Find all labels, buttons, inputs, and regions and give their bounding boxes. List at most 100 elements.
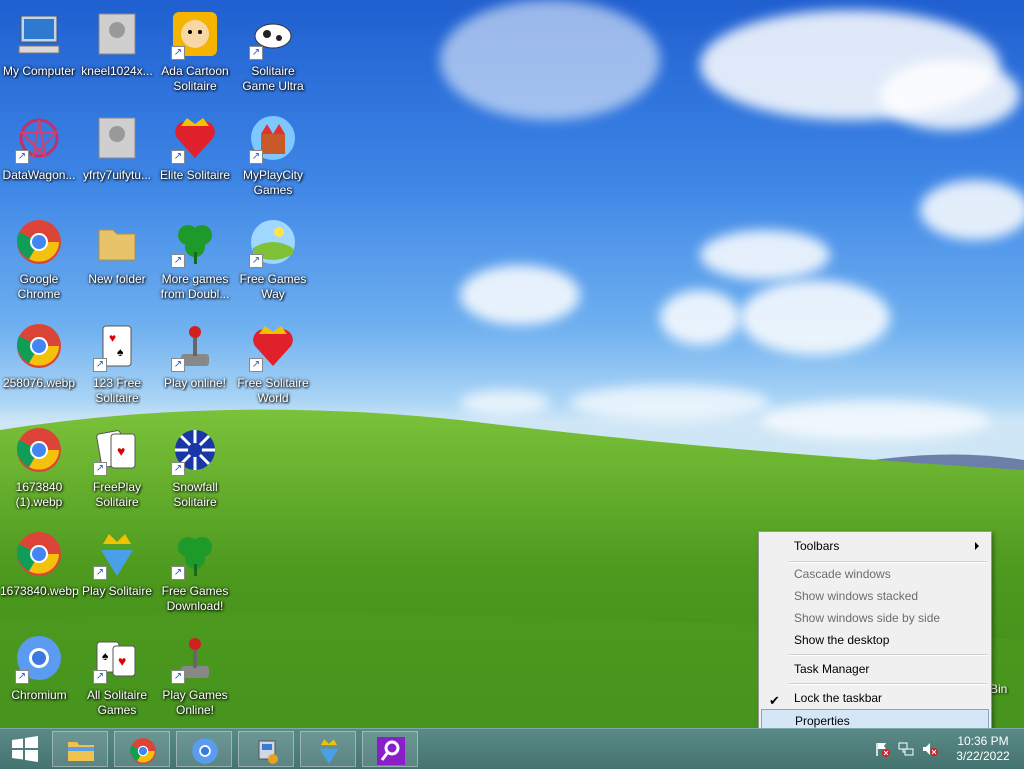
shortcut-arrow-icon: ↗ xyxy=(171,566,185,580)
desktop-icon-play-games-online[interactable]: ↗ Play Games Online! xyxy=(156,632,234,728)
desktop-icon-solitaire-game-ultra[interactable]: ↗ Solitaire Game Ultra xyxy=(234,8,312,112)
shortcut-arrow-icon: ↗ xyxy=(171,46,185,60)
menu-item-label: Show the desktop xyxy=(794,633,890,647)
menu-item-task-manager[interactable]: Task Manager xyxy=(761,658,989,680)
icon-label: DataWagon... xyxy=(2,168,76,182)
desktop-icon-snowfall-solitaire[interactable]: ↗ Snowfall Solitaire xyxy=(156,424,234,528)
desktop-icon-google-chrome[interactable]: Google Chrome xyxy=(0,216,78,320)
clock-date: 3/22/2022 xyxy=(956,749,1010,763)
svg-text:♥: ♥ xyxy=(109,331,116,345)
clock-time: 10:36 PM xyxy=(957,734,1009,748)
desktop-icon-all-solitaire-games[interactable]: ♥ ♠ ↗ All Solitaire Games xyxy=(78,632,156,728)
menu-item-toolbars[interactable]: Toolbars xyxy=(761,535,989,557)
desktop-icon-free-games-download[interactable]: ↗ Free Games Download! xyxy=(156,528,234,632)
desktop-icon-123-free-solitaire[interactable]: ♥ ♠ ↗ 123 Free Solitaire xyxy=(78,320,156,424)
taskbar-context-menu: Toolbars Cascade windows Show windows st… xyxy=(758,531,992,735)
desktop-icon-my-computer[interactable]: My Computer xyxy=(0,8,78,112)
menu-item-show-windows-stacked[interactable]: Show windows stacked xyxy=(761,585,989,607)
solitaire-icon xyxy=(319,739,339,764)
file-explorer-icon xyxy=(68,742,94,761)
desktop-icon-play-online[interactable]: ↗ Play online! xyxy=(156,320,234,424)
shortcut-arrow-icon: ↗ xyxy=(249,254,263,268)
setup-icon xyxy=(258,740,278,764)
chromium-icon xyxy=(192,738,218,764)
menu-item-label: Cascade windows xyxy=(794,567,891,581)
search-app-icon xyxy=(377,737,405,765)
icon-label: FreePlay Solitaire xyxy=(92,480,142,509)
icon-label: Play Solitaire xyxy=(81,584,153,598)
desktop-icon-webp-file[interactable]: 258076.webp xyxy=(0,320,78,424)
icon-label: Play online! xyxy=(163,376,227,390)
taskbar[interactable]: 10:36 PM 3/22/2022 xyxy=(0,728,1024,769)
svg-text:♥: ♥ xyxy=(117,443,125,459)
shortcut-arrow-icon: ↗ xyxy=(93,566,107,580)
start-button[interactable] xyxy=(6,735,42,763)
menu-item-show-windows-side-by-side[interactable]: Show windows side by side xyxy=(761,607,989,629)
taskbar-setup[interactable] xyxy=(238,731,294,767)
icon-label: 1673840 (1).webp xyxy=(15,480,63,509)
desktop-icon-chromium[interactable]: ↗ Chromium xyxy=(0,632,78,728)
desktop-icon-more-games[interactable]: ↗ More games from Doubl... xyxy=(156,216,234,320)
desktop-icon-play-solitaire[interactable]: ↗ Play Solitaire xyxy=(78,528,156,632)
taskbar-solitaire[interactable] xyxy=(300,731,356,767)
taskbar-chromium[interactable] xyxy=(176,731,232,767)
icon-label: yfrty7uifytu... xyxy=(82,168,152,182)
desktop-icon-webp-file[interactable]: 1673840 (1).webp xyxy=(0,424,78,528)
desktop-icon-webp-file[interactable]: 1673840.webp xyxy=(0,528,78,632)
menu-item-label: Lock the taskbar xyxy=(794,691,883,705)
desktop-icon-free-games-way[interactable]: ↗ Free Games Way xyxy=(234,216,312,320)
taskbar-file-explorer[interactable] xyxy=(52,731,108,767)
menu-item-label: Toolbars xyxy=(794,539,840,553)
desktop-icon-ada-cartoon-solitaire[interactable]: ↗ Ada Cartoon Solitaire xyxy=(156,8,234,112)
menu-separator xyxy=(789,683,987,685)
menu-item-lock-the-taskbar[interactable]: ✔ Lock the taskbar xyxy=(761,687,989,709)
shortcut-arrow-icon: ↗ xyxy=(171,254,185,268)
shortcut-arrow-icon: ↗ xyxy=(249,150,263,164)
icon-label: Solitaire Game Ultra xyxy=(242,64,304,93)
desktop-icon-image-file[interactable]: yfrty7uifytu... xyxy=(78,112,156,216)
desktop-icon-image-file[interactable]: kneel1024x... xyxy=(78,8,156,112)
shortcut-arrow-icon: ↗ xyxy=(249,358,263,372)
chrome-icon xyxy=(17,220,61,264)
taskbar-chrome[interactable] xyxy=(114,731,170,767)
taskbar-search-app[interactable] xyxy=(362,731,418,767)
shortcut-arrow-icon: ↗ xyxy=(15,150,29,164)
folder-icon xyxy=(98,229,136,261)
desktop-icon-datawagon[interactable]: ↗ DataWagon... xyxy=(0,112,78,216)
menu-separator xyxy=(789,654,987,656)
icon-label: Play Games Online! xyxy=(162,688,228,717)
chrome-icon xyxy=(130,738,156,764)
icon-label: Elite Solitaire xyxy=(159,168,231,182)
network-icon[interactable] xyxy=(898,741,914,757)
shortcut-arrow-icon: ↗ xyxy=(93,670,107,684)
icon-label: Free Games Way xyxy=(239,272,307,301)
menu-item-show-the-desktop[interactable]: Show the desktop xyxy=(761,629,989,651)
icon-label: Free Solitaire World xyxy=(237,376,309,405)
icon-label: Google Chrome xyxy=(17,272,61,301)
svg-text:♥: ♥ xyxy=(118,653,126,669)
desktop-icon-new-folder[interactable]: New folder xyxy=(78,216,156,320)
volume-muted-icon[interactable] xyxy=(922,741,938,757)
icon-label: Ada Cartoon Solitaire xyxy=(161,64,229,93)
svg-text:♠: ♠ xyxy=(102,649,109,663)
menu-item-cascade-windows[interactable]: Cascade windows xyxy=(761,563,989,585)
icon-label: kneel1024x... xyxy=(81,64,153,78)
icon-label: My Computer xyxy=(2,64,76,78)
desktop-icon-freeplay-solitaire[interactable]: ♥ ↗ FreePlay Solitaire xyxy=(78,424,156,528)
chrome-icon xyxy=(17,532,61,576)
chrome-icon xyxy=(17,324,61,368)
desktop-icon-elite-solitaire[interactable]: ↗ Elite Solitaire xyxy=(156,112,234,216)
icon-label: Chromium xyxy=(11,688,67,702)
menu-item-label: Task Manager xyxy=(794,662,870,676)
desktop-icon-myplaycity-games[interactable]: ↗ MyPlayCity Games xyxy=(234,112,312,216)
menu-item-label: Show windows stacked xyxy=(794,589,919,603)
recycle-bin-partial-label[interactable]: Bin xyxy=(990,682,1007,696)
icon-label: MyPlayCity Games xyxy=(242,168,303,197)
action-center-flag-icon[interactable] xyxy=(874,741,890,757)
icon-label: Free Games Download! xyxy=(161,584,229,613)
icon-label: All Solitaire Games xyxy=(86,688,148,717)
desktop-icon-free-solitaire-world[interactable]: ↗ Free Solitaire World xyxy=(234,320,312,424)
system-clock[interactable]: 10:36 PM 3/22/2022 xyxy=(948,734,1018,764)
image-file-icon xyxy=(98,13,136,55)
icon-label: Snowfall Solitaire xyxy=(172,480,218,509)
